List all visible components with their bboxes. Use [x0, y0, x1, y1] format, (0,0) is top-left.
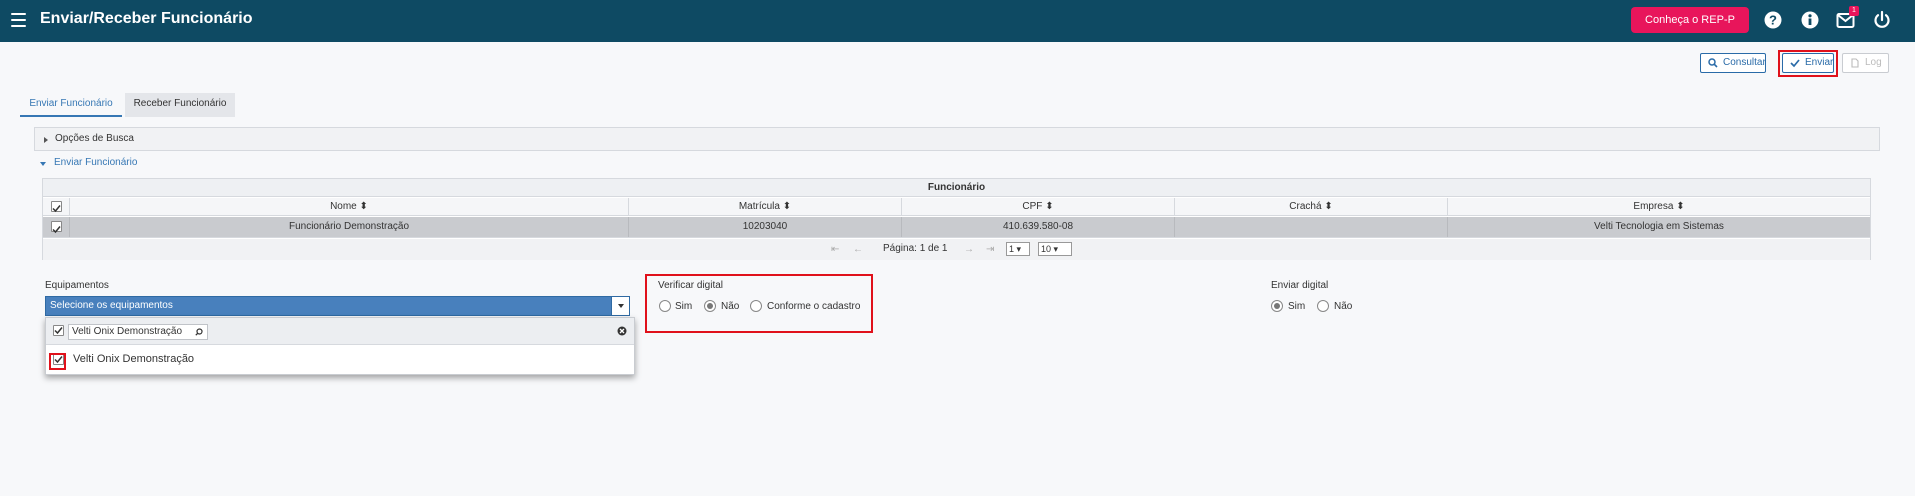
radio-verificar-sim-label: Sim [675, 301, 693, 312]
column-label: Empresa [1633, 201, 1674, 212]
column-header-nome[interactable]: Nome ⬍ [70, 198, 629, 215]
cell-empresa: Velti Tecnologia em Sistemas [1594, 221, 1724, 232]
file-icon [1851, 58, 1859, 68]
dropdown-header: Velti Onix Demonstração [46, 318, 634, 345]
cell-nome: Funcionário Demonstração [70, 217, 629, 237]
equipment-option-label: Velti Onix Demonstração [73, 353, 195, 365]
column-label: Crachá [1289, 201, 1322, 212]
first-page-icon[interactable]: ⇤ [831, 244, 839, 255]
search-options-panel[interactable]: Opções de Busca [34, 127, 1880, 151]
info-icon[interactable] [1800, 10, 1820, 30]
sort-icon: ⬍ [1676, 201, 1685, 212]
equipment-filter-input[interactable]: Velti Onix Demonstração [68, 324, 208, 340]
column-header-cpf[interactable]: CPF ⬍ [902, 198, 1175, 215]
column-label: Matrícula [738, 201, 780, 212]
log-button[interactable]: Log [1842, 53, 1889, 73]
mail-icon[interactable]: 1 [1836, 6, 1859, 30]
table-row[interactable]: Funcionário Demonstração 10203040 410.63… [43, 217, 1870, 238]
page-size-select[interactable]: 10 ▾ [1038, 242, 1072, 256]
rep-p-button[interactable]: Conheça o REP-P [1631, 7, 1749, 33]
row-select-cell [43, 217, 70, 237]
column-label: CPF [1022, 201, 1043, 212]
check-icon [54, 356, 63, 364]
grid-caption: Funcionário [43, 179, 1870, 197]
notification-badge: 1 [1849, 6, 1859, 16]
check-icon [54, 327, 63, 335]
page-select-value: 1 [1009, 244, 1015, 254]
column-label: Nome [330, 201, 357, 212]
sort-icon: ⬍ [782, 201, 792, 212]
radio-enviar-nao-label: Não [1334, 301, 1353, 312]
prev-page-icon[interactable]: ← [853, 244, 863, 255]
page-title: Enviar/Receber Funcionário [40, 10, 253, 27]
equipamentos-select-text: Selecione os equipamentos [50, 300, 173, 311]
last-page-icon[interactable]: ⇥ [986, 244, 994, 255]
page-select[interactable]: 1 ▾ [1006, 242, 1030, 256]
equipamentos-dropdown: Velti Onix Demonstração Velti Onix Demon… [45, 317, 635, 375]
top-bar: Enviar/Receber Funcionário Conheça o REP… [0, 0, 1915, 42]
section-title[interactable]: Enviar Funcionário [54, 157, 137, 168]
enviar-digital-label: Enviar digital [1271, 280, 1329, 291]
consultar-label: Consultar [1723, 57, 1766, 68]
select-all-equipment-checkbox[interactable] [53, 325, 64, 336]
enviar-button[interactable]: Enviar [1782, 53, 1834, 73]
radio-enviar-sim[interactable] [1271, 300, 1283, 312]
radio-verificar-nao[interactable] [704, 300, 716, 312]
power-icon[interactable] [1872, 10, 1892, 30]
page-size-value: 10 [1041, 244, 1052, 254]
radio-verificar-conforme[interactable] [750, 300, 762, 312]
radio-enviar-sim-label: Sim [1288, 301, 1306, 312]
radio-enviar-nao[interactable] [1317, 300, 1329, 312]
verificar-digital-label: Verificar digital [658, 280, 724, 291]
next-page-icon[interactable]: → [964, 244, 974, 255]
menu-icon[interactable] [11, 13, 26, 27]
sort-icon: ⬍ [359, 201, 368, 212]
log-label: Log [1865, 57, 1882, 68]
close-icon[interactable] [617, 326, 627, 336]
sort-icon: ⬍ [1324, 201, 1333, 212]
employee-grid: Funcionário Nome ⬍ Matrícula ⬍ CPF ⬍ Cra… [42, 178, 1871, 260]
column-header-empresa[interactable]: Empresa ⬍ [1448, 198, 1870, 215]
list-item[interactable]: Velti Onix Demonstração [46, 346, 634, 374]
caret-right-icon [44, 137, 48, 143]
radio-verificar-nao-label: Não [721, 301, 740, 312]
check-icon [52, 205, 61, 213]
select-all-checkbox[interactable] [51, 201, 62, 213]
radio-verificar-conforme-label: Conforme o cadastro [767, 301, 861, 312]
equipment-option-checkbox[interactable] [53, 354, 64, 365]
svg-text:?: ? [1769, 13, 1777, 28]
row-checkbox[interactable] [51, 221, 62, 234]
column-header-matricula[interactable]: Matrícula ⬍ [629, 198, 902, 215]
chevron-down-icon[interactable] [611, 297, 629, 315]
cell-cpf: 410.639.580-08 [902, 217, 1175, 237]
sort-icon: ⬍ [1045, 201, 1054, 212]
check-icon [1790, 59, 1800, 68]
tab-enviar-funcionario[interactable]: Enviar Funcionário [20, 93, 122, 117]
cell-cracha [1175, 217, 1448, 237]
search-options-label: Opções de Busca [55, 133, 134, 144]
equipment-filter-value: Velti Onix Demonstração [72, 326, 183, 337]
grid-header-row: Nome ⬍ Matrícula ⬍ CPF ⬍ Crachá ⬍ Empres… [43, 198, 1870, 216]
grid-pager: ⇤ ← Página: 1 de 1 → ⇥ 1 ▾ 10 ▾ [43, 239, 1870, 260]
enviar-label: Enviar [1805, 57, 1834, 68]
equipamentos-label: Equipamentos [45, 280, 109, 291]
select-all-cell [43, 198, 70, 215]
tab-receber-funcionario[interactable]: Receber Funcionário [125, 93, 235, 117]
consultar-button[interactable]: Consultar [1700, 53, 1766, 73]
radio-verificar-sim[interactable] [659, 300, 671, 312]
help-icon[interactable]: ? [1763, 10, 1783, 30]
cell-matricula: 10203040 [629, 217, 902, 237]
check-icon [52, 226, 61, 234]
column-header-cracha[interactable]: Crachá ⬍ [1175, 198, 1448, 215]
page-info: Página: 1 de 1 [883, 243, 948, 254]
equipamentos-select[interactable]: Selecione os equipamentos [45, 296, 630, 316]
caret-down-icon [40, 162, 46, 166]
search-icon [195, 328, 203, 336]
search-icon [1708, 58, 1718, 68]
